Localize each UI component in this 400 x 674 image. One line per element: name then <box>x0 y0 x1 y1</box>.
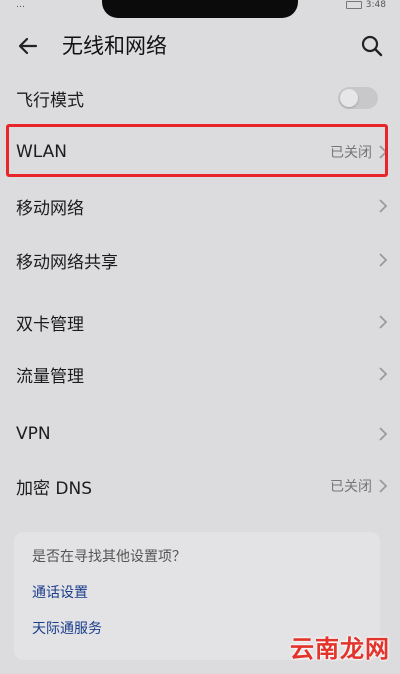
chevron-right-icon <box>379 367 388 381</box>
chevron-right-icon <box>379 315 388 329</box>
row-airplane-mode[interactable]: 飞行模式 <box>0 72 400 124</box>
camera-notch <box>102 0 298 18</box>
status-bar: … 3:48 <box>0 0 400 22</box>
status-time: 3:48 <box>365 0 386 10</box>
search-icon <box>361 35 383 57</box>
suggestions-question: 是否在寻找其他设置项？ <box>32 549 186 565</box>
watermark-logo: 云南龙网 <box>290 635 390 663</box>
row-label: 加密 DNS <box>16 478 93 499</box>
link-skytone-service[interactable]: 天际通服务 <box>32 618 102 638</box>
row-encrypted-dns[interactable]: 加密 DNS 已关闭 <box>0 460 400 512</box>
status-bar-left: … <box>16 0 25 10</box>
airplane-mode-toggle[interactable] <box>338 87 378 109</box>
chevron-right-icon <box>379 427 388 441</box>
chevron-right-icon <box>379 199 388 213</box>
wlan-highlight-box <box>6 124 388 177</box>
page-title: 无线和网络 <box>62 34 167 58</box>
row-data-usage[interactable]: 流量管理 <box>0 348 400 400</box>
back-button[interactable] <box>14 32 42 60</box>
row-dual-sim[interactable]: 双卡管理 <box>0 296 400 348</box>
row-label: 移动网络 <box>16 198 84 219</box>
row-label: 飞行模式 <box>16 90 84 111</box>
back-arrow-icon <box>18 37 38 55</box>
row-label: VPN <box>16 424 51 444</box>
chevron-right-icon <box>379 253 388 267</box>
page-header: 无线和网络 <box>0 22 400 70</box>
link-call-settings[interactable]: 通话设置 <box>32 582 88 602</box>
row-mobile-network[interactable]: 移动网络 <box>0 180 400 232</box>
search-button[interactable] <box>358 32 386 60</box>
row-label: 流量管理 <box>16 366 84 387</box>
row-hotspot-sharing[interactable]: 移动网络共享 <box>0 234 400 286</box>
row-label: 移动网络共享 <box>16 252 118 273</box>
row-status: 已关闭 <box>330 479 372 495</box>
row-vpn[interactable]: VPN <box>0 408 400 460</box>
status-bar-right: 3:48 <box>345 0 386 10</box>
row-label: 双卡管理 <box>16 314 84 335</box>
battery-icon <box>345 1 362 9</box>
chevron-right-icon <box>379 479 388 493</box>
toggle-knob <box>340 89 358 107</box>
